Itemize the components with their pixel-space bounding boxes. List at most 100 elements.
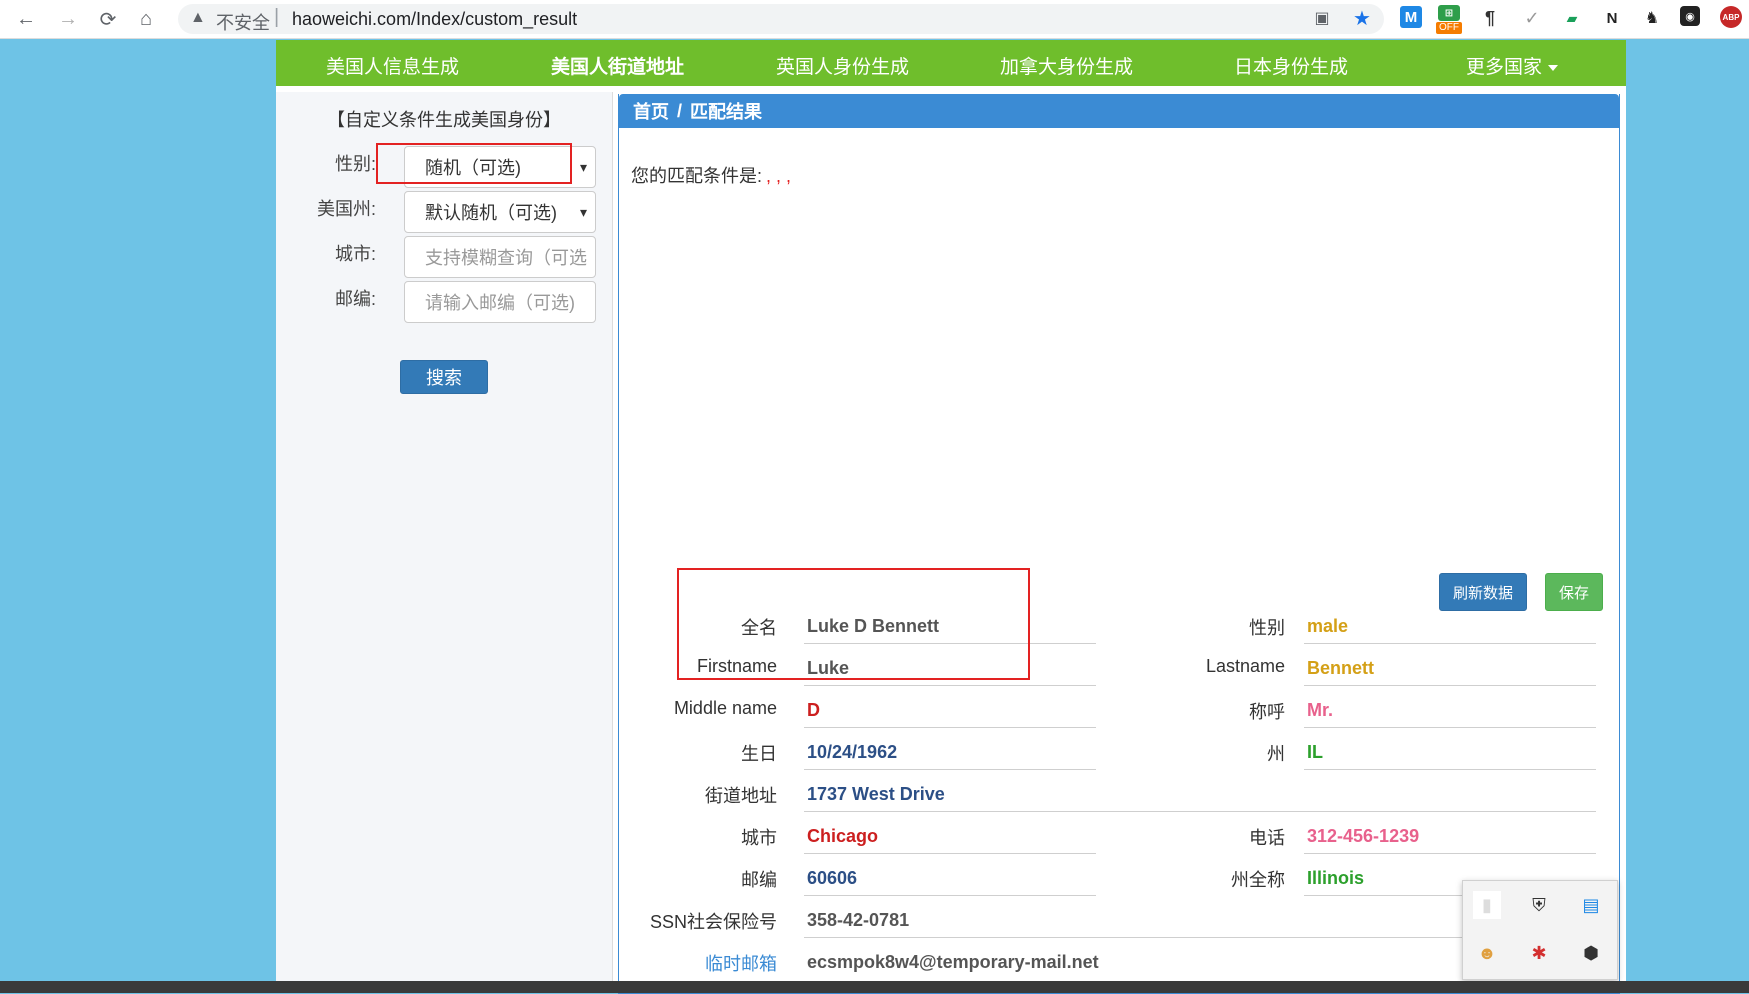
city-input-placeholder: 支持模糊查询（可选) [425, 248, 587, 268]
title-label: 称呼 [1249, 702, 1285, 722]
top-navigation: 美国人信息生成 美国人街道地址 英国人身份生成 加拿大身份生成 日本身份生成 更… [276, 40, 1626, 86]
divider [1304, 643, 1596, 644]
nav-japan-identity[interactable]: 日本身份生成 [1234, 52, 1348, 79]
divider [1304, 853, 1596, 854]
network-tray-icon[interactable]: ✱ [1525, 939, 1553, 967]
match-conditions: 您的匹配条件是:, , , [631, 162, 791, 188]
shield-tray-icon[interactable]: ⛨ [1525, 891, 1553, 919]
street-label: 街道地址 [705, 786, 777, 806]
gender-value: male [1307, 616, 1349, 636]
nav-us-info[interactable]: 美国人信息生成 [326, 52, 459, 79]
ni-extension-icon[interactable]: N [1600, 6, 1624, 30]
phone-label: 电话 [1249, 828, 1285, 848]
browser-toolbar: ← → ⟳ ⌂ ▲ 不安全 | haoweichi.com/Index/cust… [0, 0, 1749, 39]
security-label[interactable]: 不安全 [216, 9, 270, 35]
app-tray-icon[interactable]: ▤ [1577, 891, 1605, 919]
breadcrumb-separator: / [677, 100, 683, 121]
coupon-extension-icon[interactable]: ⊞ [1438, 5, 1460, 21]
nav-us-street-address[interactable]: 美国人街道地址 [551, 52, 684, 79]
home-icon[interactable]: ⌂ [132, 5, 160, 33]
birthday-label: 生日 [741, 744, 777, 764]
state-full-label: 州全称 [1231, 870, 1285, 890]
middlename-value: D [807, 700, 820, 720]
gender-label: 性别: [334, 154, 376, 174]
page-container: 美国人信息生成 美国人街道地址 英国人身份生成 加拿大身份生成 日本身份生成 更… [276, 40, 1626, 994]
nav-more-label: 更多国家 [1466, 57, 1543, 78]
cat-tray-icon[interactable]: ☻ [1473, 939, 1501, 967]
divider [1304, 769, 1596, 770]
ghost-extension-icon[interactable]: ◉ [1680, 6, 1700, 26]
breadcrumb-home[interactable]: 首页 [633, 98, 669, 124]
street-value: 1737 West Drive [807, 784, 945, 804]
city-label: 城市: [334, 244, 376, 264]
chevron-down-icon: ▾ [579, 158, 587, 175]
state-select-value: 默认随机（可选) [425, 203, 557, 223]
divider [804, 685, 1096, 686]
zip-label: 邮编: [334, 289, 376, 309]
lastname-value: Bennett [1307, 658, 1374, 678]
system-tray-popup: ▮ ⛨ ▤ ☻ ✱ ⬢ [1462, 880, 1618, 980]
breadcrumb-current: 匹配结果 [690, 102, 763, 122]
divider [804, 769, 1096, 770]
zip-label: 邮编 [741, 870, 777, 890]
address-bar[interactable]: ▲ 不安全 | haoweichi.com/Index/custom_resul… [178, 4, 1384, 34]
state-value: IL [1307, 742, 1323, 762]
bird-extension-icon[interactable]: ♞ [1640, 6, 1664, 30]
result-panel: 首页 / 匹配结果 您的匹配条件是:, , , 刷新数据 保存 全名 Luke … [618, 94, 1620, 994]
back-icon[interactable]: ← [12, 5, 40, 33]
zip-value: 60606 [807, 868, 858, 888]
url-divider: | [274, 6, 280, 28]
ssn-value: 358-42-0781 [807, 910, 910, 930]
gender-label: 性别 [1249, 618, 1285, 638]
phone-value: 312-456-1239 [1307, 826, 1420, 846]
nav-uk-identity[interactable]: 英国人身份生成 [776, 52, 909, 79]
forward-icon[interactable]: → [54, 5, 82, 33]
middlename-label: Middle name [673, 698, 777, 718]
qr-code-icon[interactable]: ▣ [1310, 6, 1334, 30]
cube-tray-icon[interactable]: ⬢ [1577, 939, 1605, 967]
divider [1304, 727, 1596, 728]
bookmark-tray-icon[interactable]: ▮ [1473, 891, 1501, 919]
state-full-value: Illinois [1307, 868, 1365, 888]
search-button[interactable]: 搜索 [400, 360, 488, 394]
taskbar-edge [0, 981, 1749, 993]
temp-email-link[interactable]: 临时邮箱 [617, 950, 777, 976]
ssn-label: SSN社会保险号 [649, 912, 777, 932]
check-extension-icon[interactable]: ✓ [1520, 6, 1544, 30]
off-badge: OFF [1436, 22, 1462, 34]
city-value: Chicago [807, 826, 879, 846]
divider [804, 853, 1096, 854]
refresh-data-button[interactable]: 刷新数据 [1439, 573, 1527, 611]
state-label: 美国州: [316, 199, 376, 219]
divider [804, 727, 1096, 728]
caret-down-icon [1548, 64, 1559, 71]
city-input[interactable]: 支持模糊查询（可选) [404, 236, 596, 278]
zip-input-placeholder: 请输入邮编（可选) [425, 293, 575, 313]
match-conditions-label: 您的匹配条件是: [631, 166, 763, 186]
zip-input[interactable]: 请输入邮编（可选) [404, 281, 596, 323]
nav-more-countries[interactable]: 更多国家 [1466, 52, 1559, 79]
birthday-value: 10/24/1962 [807, 742, 898, 762]
lastname-label: Lastname [1205, 656, 1285, 676]
custom-search-sidebar: 【自定义条件生成美国身份】 性别: 随机（可选) ▾ 美国州: 默认随机（可选)… [276, 92, 613, 993]
save-button[interactable]: 保存 [1545, 573, 1603, 611]
adblock-icon[interactable]: ABP [1720, 6, 1742, 28]
warning-icon[interactable]: ▲ [190, 9, 206, 27]
m-extension-icon[interactable]: M [1400, 6, 1422, 28]
paragraph-extension-icon[interactable]: ¶ [1478, 6, 1502, 30]
chevron-down-icon: ▾ [579, 203, 587, 220]
bookmark-star-icon[interactable]: ★ [1350, 6, 1374, 30]
url-text[interactable]: haoweichi.com/Index/custom_result [292, 9, 577, 30]
breadcrumb: 首页 / 匹配结果 [619, 94, 1619, 128]
divider [1304, 685, 1596, 686]
city-label: 城市 [741, 828, 777, 848]
highlight-box-gender [376, 143, 572, 184]
state-select[interactable]: 默认随机（可选) ▾ [404, 191, 596, 233]
flag-extension-icon[interactable]: ▰ [1560, 6, 1584, 30]
highlight-box-name [677, 568, 1030, 680]
reload-icon[interactable]: ⟳ [94, 5, 122, 33]
title-value: Mr. [1307, 700, 1334, 720]
nav-canada-identity[interactable]: 加拿大身份生成 [1000, 52, 1133, 79]
match-conditions-value: , , , [766, 166, 792, 186]
divider [804, 811, 1596, 812]
